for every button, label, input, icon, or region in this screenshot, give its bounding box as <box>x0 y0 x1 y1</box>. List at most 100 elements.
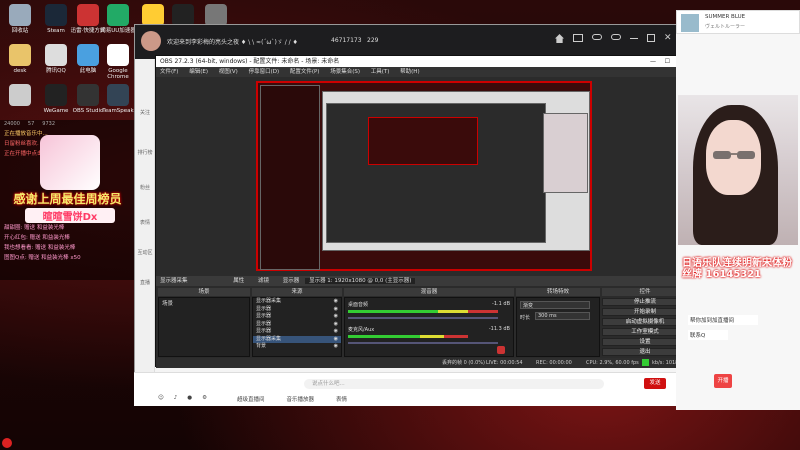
stream-input-area: 说点什么吧... 发送 ☺ ♪ ● ⚙ 超级直播间 音乐播放器 表情 <box>134 372 680 406</box>
source-item[interactable]: 显示器 ◉ <box>253 313 341 321</box>
visibility-icon[interactable]: ◉ <box>334 343 338 351</box>
minimize-icon[interactable]: — <box>650 56 656 67</box>
desktop-icon[interactable]: 腾讯QQ <box>38 44 74 74</box>
desktop-icon[interactable]: Google Chrome <box>100 44 136 80</box>
app-icon <box>45 84 67 106</box>
danmaku-icon[interactable]: ☺ <box>158 395 164 403</box>
gamepad-icon[interactable] <box>592 34 602 40</box>
music-widget[interactable]: SUMMER BLUE ヴェルトルーラー <box>676 10 800 34</box>
sidebar-item-interact[interactable]: 互动区 <box>135 249 155 256</box>
sidebar-item-live[interactable]: 直播 <box>135 279 155 286</box>
mixer-dock: 桌面音频 -1.1 dB 麦克风/Aux -11.3 dB <box>344 297 514 357</box>
menu-docks[interactable]: 停靠窗口(D) <box>249 69 280 75</box>
menu-help[interactable]: 帮助(H) <box>400 69 419 75</box>
visibility-icon[interactable]: ◉ <box>334 321 338 329</box>
mute-icon[interactable] <box>497 346 505 354</box>
filters-button[interactable]: 滤镜 <box>258 278 269 284</box>
visibility-icon[interactable]: ◉ <box>334 313 338 321</box>
duration-input[interactable]: 300 ms <box>535 312 590 320</box>
cpu-fps: CPU: 2.9%, 60.00 fps <box>586 360 639 366</box>
close-icon[interactable]: ✕ <box>664 34 672 43</box>
duration-label: 时长 <box>520 315 531 321</box>
mic-icon[interactable]: ● <box>187 395 192 403</box>
menu-file[interactable]: 文件(F) <box>160 69 178 75</box>
obs-preview-canvas[interactable] <box>256 81 592 271</box>
source-item-label: 背景 <box>256 343 267 349</box>
anime-avatar-image <box>40 135 100 190</box>
source-item-label: 显示器 <box>256 320 272 327</box>
app-icon <box>9 44 31 66</box>
sidebar-item-follow[interactable]: 关注 <box>135 109 155 116</box>
stat-count: 24000 <box>4 121 20 127</box>
preview-nested-canvas <box>368 117 478 165</box>
sources-dock: 显示器采集 ◉ 显示器 ◉ 显示器 ◉ 显示器 ◉ 显示器 ◉ 显示器采集 ◉ 背景 ◉ <box>252 297 342 357</box>
desktop-icon[interactable]: 回收站 <box>2 4 38 34</box>
music-player-label[interactable]: 音乐播放器 <box>287 395 315 403</box>
volume-slider[interactable] <box>348 317 498 319</box>
menu-scene-collection[interactable]: 场景集合(S) <box>330 69 360 75</box>
chip[interactable]: 帮你加到加直播间 <box>688 315 758 325</box>
source-item[interactable]: 显示器 ◉ <box>253 321 341 329</box>
source-item[interactable]: 显示器采集 ◉ <box>253 298 341 306</box>
viewer-count: 229 <box>367 37 379 44</box>
fan-name-caption: 暄暄雪饼Dx <box>25 208 115 223</box>
menu-tools[interactable]: 工具(T) <box>371 69 390 75</box>
sidebar-item-rank[interactable]: 排行榜 <box>135 149 155 156</box>
super-room-label[interactable]: 超级直播间 <box>237 395 265 403</box>
settings-icon[interactable]: ⚙ <box>202 395 207 403</box>
desktop-icon[interactable]: WeGame <box>38 84 74 114</box>
fan-overlay-text: 日语乐队连续明新宋体粉丝牌 16145321 <box>682 258 792 280</box>
stat-count: 9732 <box>42 121 56 127</box>
app-icon <box>107 84 129 106</box>
properties-button[interactable]: 属性 <box>233 278 244 284</box>
record-indicator-icon <box>2 438 12 448</box>
visibility-icon[interactable]: ◉ <box>334 298 338 306</box>
visibility-icon[interactable]: ◉ <box>334 336 338 344</box>
thanks-caption: 感谢上周最佳周榜员 <box>13 192 122 206</box>
sidebar-item-emoji[interactable]: 表情 <box>135 219 155 226</box>
visibility-icon[interactable]: ◉ <box>334 306 338 314</box>
visibility-icon[interactable]: ◉ <box>334 328 338 336</box>
desktop-icon[interactable]: Steam <box>38 4 74 34</box>
gamepad-icon[interactable] <box>611 34 621 40</box>
maximize-icon[interactable]: ☐ <box>665 56 670 67</box>
app-icon <box>45 4 67 26</box>
minimize-icon[interactable] <box>630 38 638 39</box>
source-item[interactable]: 显示器采集 ◉ <box>253 335 341 344</box>
go-live-button[interactable]: 开播 <box>714 374 732 388</box>
obs-title: OBS 27.2.3 (64-bit, windows) - 配置文件: 未命名… <box>160 58 340 65</box>
maximize-icon[interactable] <box>647 34 655 42</box>
menu-edit[interactable]: 编辑(E) <box>189 69 208 75</box>
volume-icon[interactable]: ♪ <box>174 395 178 403</box>
scene-item[interactable]: 场景 <box>159 298 249 308</box>
home-icon[interactable] <box>555 34 564 43</box>
source-item[interactable]: 显示器 ◉ <box>253 306 341 314</box>
volume-meter <box>348 310 498 313</box>
volume-slider[interactable] <box>348 342 498 344</box>
emoji-tool[interactable]: 表情 <box>336 395 347 403</box>
source-item[interactable]: 背景 ◉ <box>253 343 341 351</box>
send-button[interactable]: 发送 <box>644 378 666 389</box>
menu-profile[interactable]: 配置文件(P) <box>290 69 320 75</box>
desktop-icon[interactable]: desk <box>2 44 38 74</box>
desktop-icon[interactable] <box>2 84 38 108</box>
dropped-frames: 丢弃的帧 0 (0.0%) <box>442 360 485 366</box>
desktop-icon[interactable]: TeamSpeak <box>100 84 136 114</box>
transition-select[interactable]: 渐变 <box>520 301 590 309</box>
source-item[interactable]: 显示器 ◉ <box>253 328 341 336</box>
mixer-channel-db: -1.1 dB <box>492 301 510 307</box>
chip[interactable]: 联系Q <box>688 330 728 340</box>
desktop-icon[interactable]: 网易UU加速器 <box>100 4 136 34</box>
monitor-icon[interactable] <box>573 34 583 42</box>
chat-input[interactable]: 说点什么吧... <box>304 379 604 389</box>
app-icon <box>9 84 31 106</box>
desktop-icon-label: 网易UU加速器 <box>100 28 136 34</box>
source-item-label: 显示器采集 <box>256 298 282 304</box>
menu-view[interactable]: 视图(V) <box>219 69 238 75</box>
desktop-icon-label: Steam <box>47 28 65 34</box>
music-title: SUMMER BLUE <box>705 14 746 20</box>
sidebar-item-fans[interactable]: 粉丝 <box>135 184 155 191</box>
avatar[interactable] <box>141 31 161 51</box>
obs-menu-bar: 文件(F) 编辑(E) 视图(V) 停靠窗口(D) 配置文件(P) 场景集合(S… <box>156 67 690 77</box>
display-select[interactable]: 显示器 1: 1920x1080 @ 0,0 (主显示器) <box>305 278 416 284</box>
